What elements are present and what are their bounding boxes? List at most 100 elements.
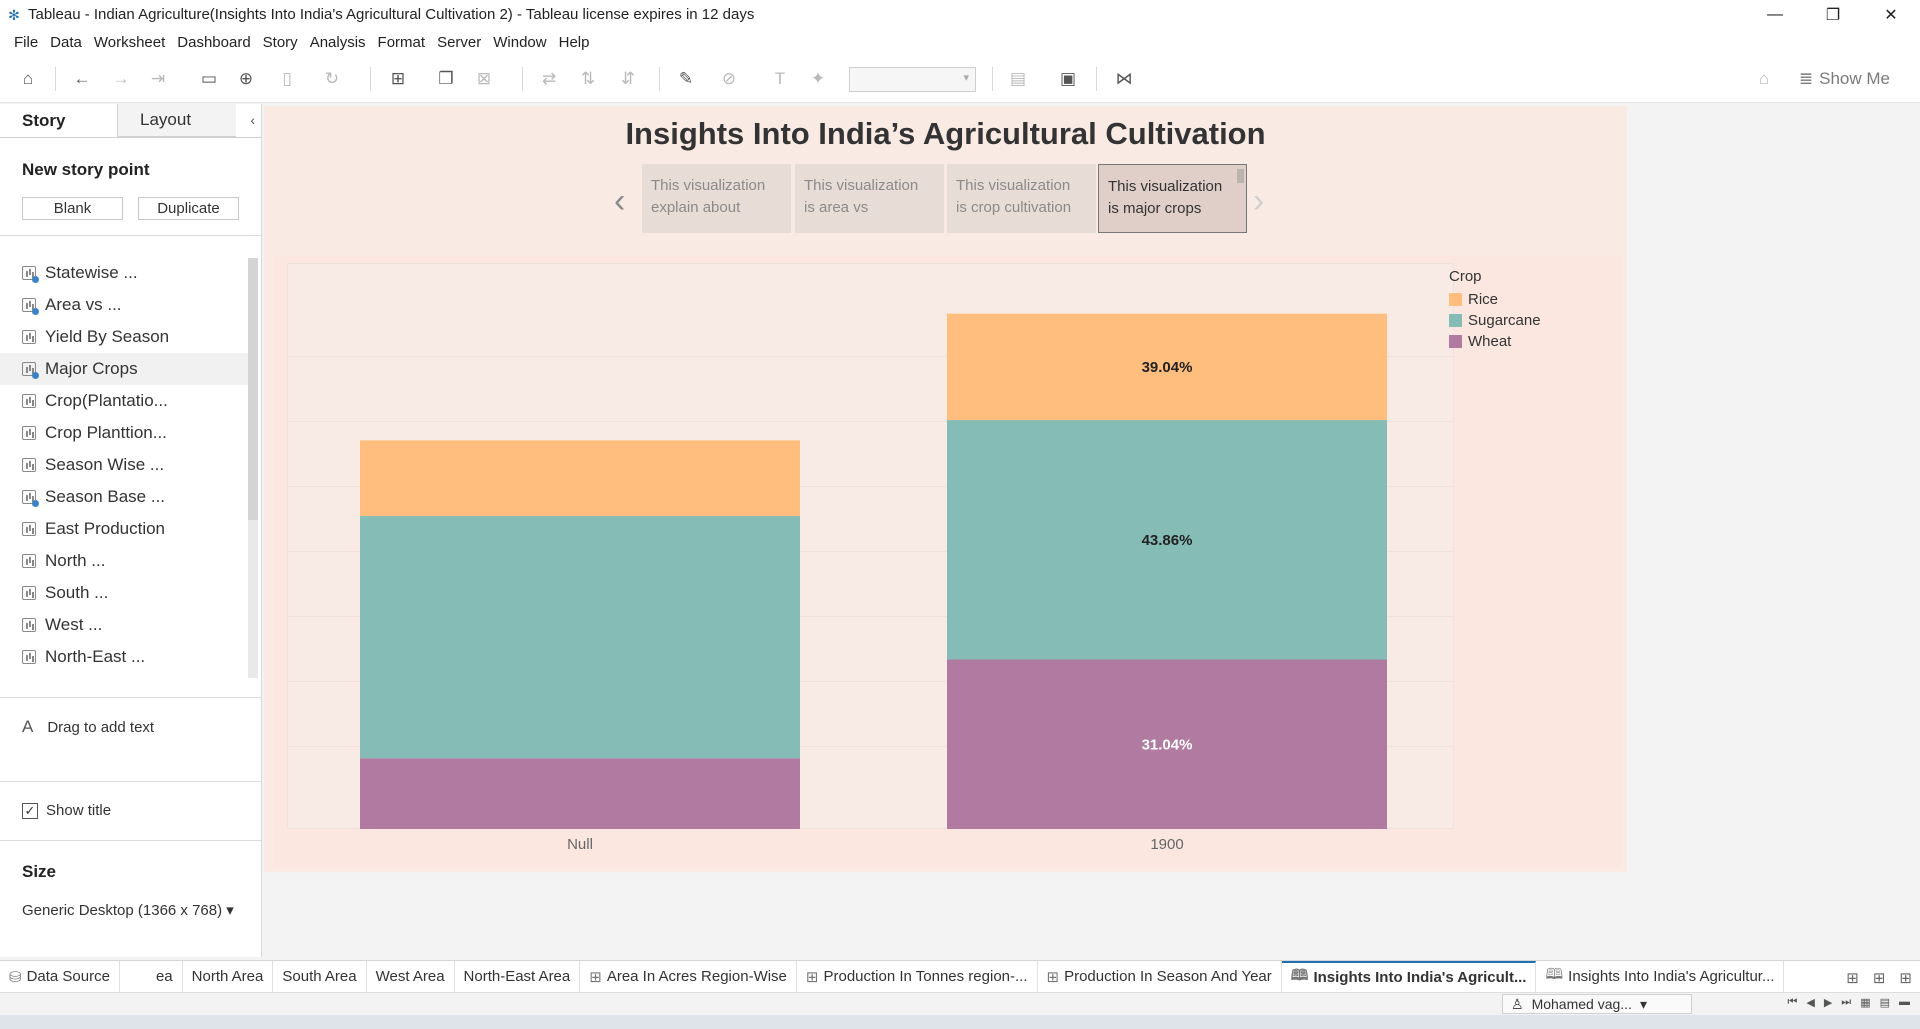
list-item[interactable]: South ... xyxy=(0,577,248,609)
tab-layout[interactable]: Layout xyxy=(118,104,236,137)
first-sheet-icon[interactable]: ⏮ xyxy=(1787,996,1797,1009)
list-item[interactable]: North-East ... xyxy=(0,641,248,673)
menu-dashboard[interactable]: Dashboard xyxy=(171,34,256,51)
new-data-source-icon[interactable]: ⊕ xyxy=(234,67,258,91)
close-button[interactable]: ✕ xyxy=(1862,0,1920,29)
menu-format[interactable]: Format xyxy=(372,34,432,51)
minimize-button[interactable]: — xyxy=(1746,0,1804,29)
tab-story[interactable]: Story xyxy=(0,104,118,137)
list-item[interactable]: West ... xyxy=(0,609,248,641)
new-dashboard-icon[interactable]: ⊞ xyxy=(1873,969,1886,987)
tab-data-source[interactable]: ⛁ Data Source xyxy=(0,960,120,993)
size-dropdown[interactable]: Generic Desktop (1366 x 768) ▾ xyxy=(22,901,234,919)
sort-descending-icon[interactable]: ⇵ xyxy=(616,67,640,91)
sheet-tab[interactable]: North-East Area xyxy=(455,960,581,993)
pin-axes-icon[interactable]: ✦ xyxy=(806,67,830,91)
bar-segment-wheat[interactable] xyxy=(360,758,800,829)
menu-story[interactable]: Story xyxy=(257,34,304,51)
list-item[interactable]: Crop(Plantatio... xyxy=(0,385,248,417)
refresh-icon[interactable]: ↻ xyxy=(320,67,344,91)
dashboard-tab[interactable]: ⊞ Area In Acres Region-Wise xyxy=(580,960,797,993)
show-me-label: Show Me xyxy=(1819,69,1890,88)
list-item[interactable]: Statewise ... xyxy=(0,257,248,289)
list-item[interactable]: Yield By Season xyxy=(0,321,248,353)
duplicate-button[interactable]: Duplicate xyxy=(138,197,239,220)
collapse-pane-icon[interactable]: ‹ xyxy=(250,112,255,128)
previous-story-point-icon[interactable]: ‹ xyxy=(614,182,625,221)
story-point-caption-active[interactable]: This visualization is major crops xyxy=(1098,164,1247,233)
list-item[interactable]: Area vs ... xyxy=(0,289,248,321)
next-story-point-icon[interactable]: › xyxy=(1253,182,1264,221)
show-tabs-icon[interactable]: ▬ xyxy=(1899,996,1910,1009)
list-item[interactable]: Crop Planttion... xyxy=(0,417,248,449)
story-tab-active[interactable]: 🕮 Insights Into India's Agricult... xyxy=(1281,960,1537,993)
group-members-icon[interactable]: ⊘ xyxy=(717,67,741,91)
highlight-icon[interactable]: ✎ xyxy=(674,67,698,91)
caption-scrollbar[interactable] xyxy=(1237,169,1244,183)
show-title-checkbox[interactable]: ✓ Show title xyxy=(22,802,111,819)
new-worksheet-icon[interactable]: ⊞ xyxy=(386,67,410,91)
bar-segment-sugarcane[interactable] xyxy=(360,516,800,759)
bar-segment-rice[interactable] xyxy=(360,440,800,517)
show-sheet-sorter-icon[interactable]: ▤ xyxy=(1880,996,1890,1009)
show-cards-icon[interactable]: ▤ xyxy=(1006,67,1030,91)
list-item[interactable]: Season Wise ... xyxy=(0,449,248,481)
blank-button[interactable]: Blank xyxy=(22,197,123,220)
worksheet-icon xyxy=(22,554,36,568)
menu-server[interactable]: Server xyxy=(431,34,487,51)
pause-updates-icon[interactable]: ▯ xyxy=(275,67,299,91)
sheet-tabs-bar: ⛁ Data Source ea North Area South Area We… xyxy=(0,960,1920,993)
menu-data[interactable]: Data xyxy=(44,34,88,51)
list-item[interactable]: North ... xyxy=(0,545,248,577)
clear-sheet-icon[interactable]: ⊠ xyxy=(472,67,496,91)
undo-icon[interactable]: ← xyxy=(70,67,94,91)
legend-item-wheat[interactable]: Wheat xyxy=(1449,331,1541,352)
list-item[interactable]: Season Base ... xyxy=(0,481,248,513)
sheet-tab[interactable]: West Area xyxy=(367,960,455,993)
new-story-icon[interactable]: ⊞ xyxy=(1899,969,1912,987)
user-menu[interactable]: ♙ Mohamed vag... ▾ xyxy=(1502,994,1692,1014)
story-icon: 🕮 xyxy=(1545,966,1564,983)
worksheet-icon xyxy=(22,586,36,600)
menu-window[interactable]: Window xyxy=(487,34,552,51)
sheet-tab[interactable]: ea xyxy=(120,960,183,993)
story-tab[interactable]: 🕮 Insights Into India's Agricultur... xyxy=(1536,960,1785,993)
list-item[interactable]: East Production xyxy=(0,513,248,545)
presentation-mode-icon[interactable]: ▣ xyxy=(1056,67,1080,91)
last-sheet-icon[interactable]: ⏭ xyxy=(1841,996,1851,1009)
save-icon[interactable]: ▭ xyxy=(197,67,221,91)
share-icon[interactable]: ⋈ xyxy=(1112,67,1136,91)
story-point-caption[interactable]: This visualization explain about xyxy=(642,164,791,233)
menu-help[interactable]: Help xyxy=(553,34,596,51)
new-worksheet-icon[interactable]: ⊞ xyxy=(1846,969,1859,987)
format-painter-icon[interactable]: ⌂ xyxy=(1752,67,1776,91)
fit-dropdown[interactable] xyxy=(849,67,976,92)
menu-worksheet[interactable]: Worksheet xyxy=(88,34,171,51)
redo-icon[interactable]: → xyxy=(109,67,133,91)
legend-item-rice[interactable]: Rice xyxy=(1449,289,1541,310)
next-sheet-icon[interactable]: ▶ xyxy=(1824,996,1832,1009)
sheet-tab[interactable]: North Area xyxy=(183,960,274,993)
legend-item-sugarcane[interactable]: Sugarcane xyxy=(1449,310,1541,331)
divider xyxy=(0,840,262,841)
story-point-caption[interactable]: This visualization is area vs xyxy=(795,164,944,233)
story-point-caption[interactable]: This visualization is crop cultivation xyxy=(947,164,1096,233)
sheet-tab[interactable]: South Area xyxy=(273,960,367,993)
menu-file[interactable]: File xyxy=(8,34,44,51)
show-me-button[interactable]: ≣ Show Me xyxy=(1799,69,1890,89)
show-mark-labels-icon[interactable]: T xyxy=(768,67,792,91)
duplicate-sheet-icon[interactable]: ❐ xyxy=(434,67,458,91)
dashboard-tab[interactable]: ⊞ Production In Tonnes region-... xyxy=(797,960,1038,993)
replace-data-source-icon[interactable]: ⇥ xyxy=(146,67,170,91)
list-item[interactable]: Major Crops xyxy=(0,353,248,385)
previous-sheet-icon[interactable]: ◀ xyxy=(1806,996,1814,1009)
drag-text-item[interactable]: A Drag to add text xyxy=(22,717,154,737)
menu-analysis[interactable]: Analysis xyxy=(304,34,372,51)
dashboard-tab[interactable]: ⊞ Production In Season And Year xyxy=(1038,960,1282,993)
restore-button[interactable]: ❐ xyxy=(1804,0,1862,29)
sort-ascending-icon[interactable]: ⇅ xyxy=(576,67,600,91)
swap-rows-columns-icon[interactable]: ⇄ xyxy=(537,67,561,91)
show-filmstrip-icon[interactable]: ▦ xyxy=(1860,996,1870,1009)
home-icon[interactable]: ⌂ xyxy=(16,67,40,91)
sheet-list-scrollbar[interactable] xyxy=(248,258,258,678)
